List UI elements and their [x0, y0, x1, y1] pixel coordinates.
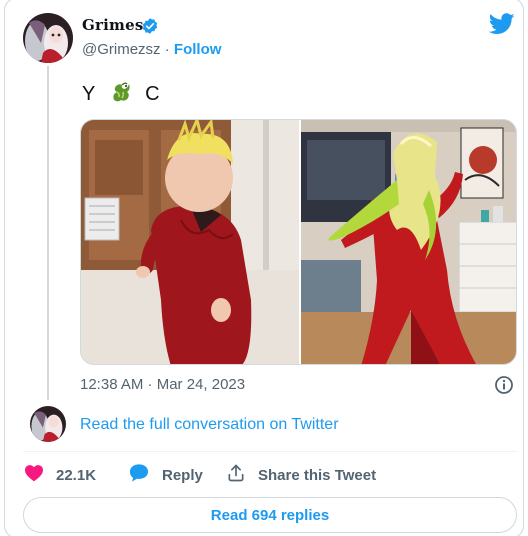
author-avatar-small[interactable] — [30, 406, 66, 442]
share-button[interactable]: Share this Tweet — [226, 462, 376, 488]
share-label: Share this Tweet — [258, 466, 377, 484]
reply-bubble-icon — [128, 463, 150, 488]
like-button[interactable]: 22.1K — [24, 462, 96, 488]
reply-label: Reply — [162, 466, 203, 484]
photo-baby-red-outfit[interactable] — [81, 120, 299, 364]
share-icon — [226, 463, 246, 488]
photo-grimes-mirror-selfie[interactable] — [301, 120, 516, 364]
handle-separator: · — [160, 41, 174, 58]
verified-badge-icon — [141, 17, 159, 35]
tweet-text-left: Y — [82, 83, 96, 105]
tweet-text: Y C — [82, 80, 161, 110]
thread-line — [47, 66, 49, 400]
twitter-bird-icon[interactable] — [488, 13, 515, 35]
tweet-media[interactable] — [80, 119, 517, 365]
dragon-emoji — [109, 80, 133, 110]
author-name[interactable]: Grimes — [82, 16, 143, 34]
read-conversation-link[interactable]: Read the full conversation on Twitter — [80, 416, 339, 434]
tweet-text-right: C — [145, 83, 161, 105]
tweet-timestamp[interactable]: 12:38 AM · Mar 24, 2023 — [80, 376, 245, 393]
author-avatar[interactable] — [23, 13, 73, 63]
author-handle[interactable]: @Grimezsz — [82, 41, 161, 58]
read-replies-button[interactable]: Read 694 replies — [23, 497, 517, 533]
follow-button[interactable]: Follow — [174, 41, 222, 58]
like-count: 22.1K — [56, 466, 97, 484]
heart-icon — [24, 464, 44, 487]
handle-row: @Grimezsz · Follow — [82, 41, 221, 58]
reply-button[interactable]: Reply — [128, 462, 203, 488]
info-icon[interactable] — [494, 375, 514, 395]
divider — [23, 451, 517, 452]
